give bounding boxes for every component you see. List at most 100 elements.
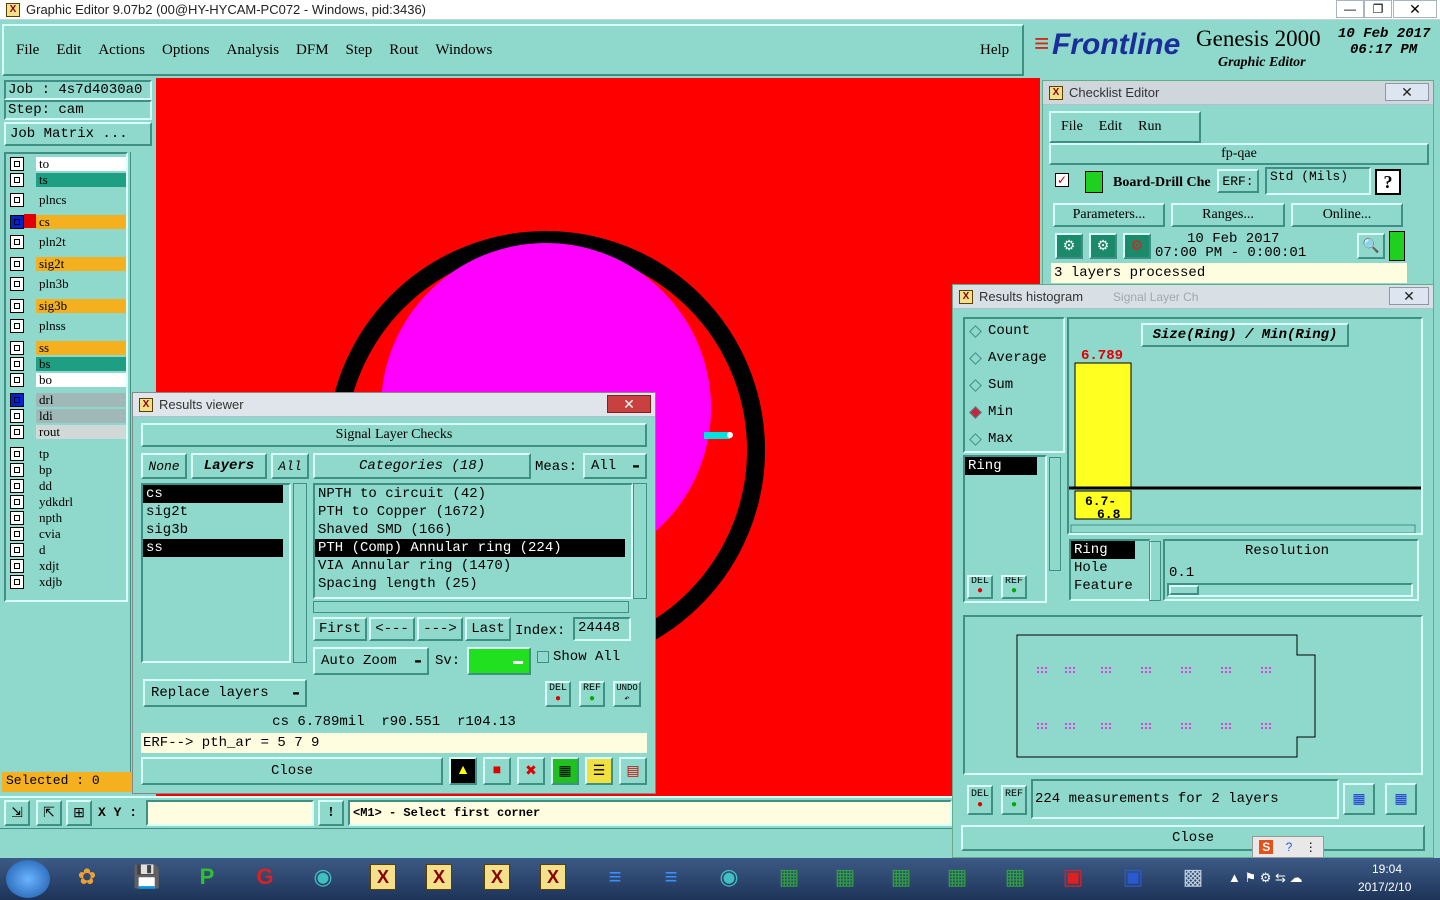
viewer-layer-scroll[interactable] (293, 483, 307, 663)
layer-row-xdjt[interactable]: xdjt (10, 558, 126, 573)
board-preview[interactable] (963, 615, 1423, 775)
taskbar-app-icon-12[interactable]: ◉ (704, 858, 754, 896)
run-icon-3[interactable]: ⚙ (1123, 233, 1151, 259)
categories-header[interactable]: Categories (18) (313, 453, 531, 479)
taskbar-app-icon-1[interactable]: ✿ (62, 858, 112, 896)
layer-checkbox[interactable] (10, 256, 24, 271)
mode-sum[interactable]: Sum (969, 377, 1013, 393)
layer-row-to[interactable]: to (10, 156, 126, 171)
viewer-layer-item[interactable]: cs (143, 485, 283, 503)
histogram-bar[interactable] (1074, 362, 1132, 488)
layer-checkbox[interactable] (10, 298, 24, 313)
menu-step[interactable]: Step (346, 42, 373, 59)
histogram-list-item[interactable]: Ring (965, 457, 1037, 475)
layer-row-drl[interactable]: drl (10, 392, 126, 407)
layer-row-pln2t[interactable]: pln2t (10, 234, 126, 249)
layer-row-tp[interactable]: tp (10, 446, 126, 461)
attr-scroll[interactable] (1149, 541, 1161, 601)
layer-checkbox[interactable] (10, 494, 24, 509)
layer-row-d[interactable]: d (10, 542, 126, 557)
viewer-close-icon[interactable]: ✕ (607, 395, 651, 413)
layer-row-cs[interactable]: cs (10, 214, 126, 229)
xy-input[interactable] (146, 800, 314, 826)
taskbar-app-icon-4[interactable]: G (240, 858, 290, 896)
menu-actions[interactable]: Actions (98, 42, 145, 59)
taskbar-genesis-icon-4[interactable]: X (528, 858, 578, 896)
tool-icon-1[interactable]: ▲ (449, 757, 477, 785)
auto-zoom-select[interactable]: Auto Zoom ▬ (313, 647, 429, 675)
categories-hscroll[interactable] (313, 601, 629, 613)
viewer-ref-button[interactable]: REF ● (579, 681, 605, 707)
taskbar-pdf-icon[interactable]: ▣ (1048, 858, 1098, 896)
check-enable-box[interactable]: ✓ (1055, 173, 1069, 187)
alert-icon[interactable]: ! (318, 800, 344, 826)
category-item[interactable]: Spacing length (25) (315, 575, 625, 593)
parameters-button[interactable]: Parameters... (1053, 203, 1165, 227)
layer-checkbox[interactable] (10, 446, 24, 461)
erf-button[interactable]: ERF: (1217, 169, 1259, 193)
viewer-layer-item[interactable]: sig3b (143, 521, 283, 539)
replace-layers-select[interactable]: Replace layers ▬ (143, 679, 307, 707)
index-input[interactable]: 24448 (573, 617, 631, 641)
tool-icon-3[interactable]: ✖ (517, 757, 545, 785)
layer-checkbox[interactable] (10, 192, 24, 207)
histogram-hscroll[interactable] (1070, 524, 1416, 533)
mode-max[interactable]: Max (969, 431, 1013, 447)
taskbar-app-icon-21[interactable]: ▩ (1168, 858, 1218, 896)
layer-checkbox[interactable] (10, 558, 24, 573)
sv-color-select[interactable]: ▬ (467, 647, 531, 675)
attr-item-ring[interactable]: Ring (1071, 541, 1135, 559)
zoom-in-icon[interactable]: 🔍 (1357, 233, 1385, 259)
layer-row-plnss[interactable]: plnss (10, 318, 126, 333)
layer-checkbox[interactable] (10, 526, 24, 541)
ranges-button[interactable]: Ranges... (1171, 203, 1285, 227)
layer-row-rout[interactable]: rout (10, 424, 126, 439)
category-item[interactable]: NPTH to circuit (42) (315, 485, 625, 503)
layer-row-npth[interactable]: npth (10, 510, 126, 525)
category-item[interactable]: PTH (Comp) Annular ring (224) (315, 539, 625, 557)
run-icon-2[interactable]: ⚙ (1089, 233, 1117, 259)
taskbar-excel-icon-1[interactable]: ▦ (764, 858, 814, 896)
layer-checkbox[interactable] (10, 392, 24, 407)
attr-item-feature[interactable]: Feature (1071, 577, 1149, 595)
mode-count[interactable]: Count (969, 323, 1030, 339)
hist-ref-button[interactable]: REF ● (1001, 575, 1027, 599)
export-icon-2[interactable]: ▦ (1385, 783, 1417, 815)
menu-file[interactable]: File (16, 42, 39, 59)
layer-row-sig3b[interactable]: sig3b (10, 298, 126, 313)
menu-edit[interactable]: Edit (56, 42, 81, 59)
menu-dfm[interactable]: DFM (296, 42, 329, 59)
histogram-list-scroll[interactable] (1049, 457, 1061, 571)
layer-row-ldi[interactable]: ldi (10, 408, 126, 423)
run-icon-1[interactable]: ⚙ (1055, 233, 1083, 259)
mode-average[interactable]: Average (969, 350, 1047, 366)
menu-windows[interactable]: Windows (435, 42, 492, 59)
online-button[interactable]: Online... (1291, 203, 1403, 227)
layer-checkbox[interactable] (10, 542, 24, 557)
layer-checkbox[interactable] (10, 510, 24, 525)
tab-layers[interactable]: Layers (191, 453, 267, 479)
resolution-slider[interactable] (1167, 583, 1413, 597)
next-button[interactable]: ---> (417, 617, 463, 641)
viewer-close-button[interactable]: Close (141, 757, 443, 785)
viewer-layer-item[interactable]: sig2t (143, 503, 283, 521)
prev-button[interactable]: <--- (369, 617, 415, 641)
layer-checkbox[interactable] (10, 478, 24, 493)
taskbar-frontline-icon-1[interactable]: ≡ (590, 858, 640, 896)
layer-checkbox[interactable] (10, 234, 24, 249)
layer-checkbox[interactable] (10, 276, 24, 291)
close-window-button[interactable]: ✕ (1393, 0, 1437, 18)
viewer-undo-button[interactable]: UNDO ↶ (613, 681, 641, 707)
menu-options[interactable]: Options (162, 42, 210, 59)
layer-row-xdjb[interactable]: xdjb (10, 574, 126, 589)
hist-del-button[interactable]: DEL ● (967, 575, 993, 599)
taskbar-excel-icon-4[interactable]: ▦ (932, 858, 982, 896)
tool-icon-4[interactable]: ▦ (551, 757, 579, 785)
category-item[interactable]: VIA Annular ring (1470) (315, 557, 625, 575)
hist-del2-button[interactable]: DEL ● (967, 785, 993, 815)
grid-icon[interactable]: ⊞ (66, 800, 92, 826)
first-button[interactable]: First (313, 617, 367, 641)
taskbar-excel-icon-5[interactable]: ▦ (990, 858, 1040, 896)
layer-row-sig2t[interactable]: sig2t (10, 256, 126, 271)
taskbar-frontline-icon-2[interactable]: ≡ (646, 858, 696, 896)
